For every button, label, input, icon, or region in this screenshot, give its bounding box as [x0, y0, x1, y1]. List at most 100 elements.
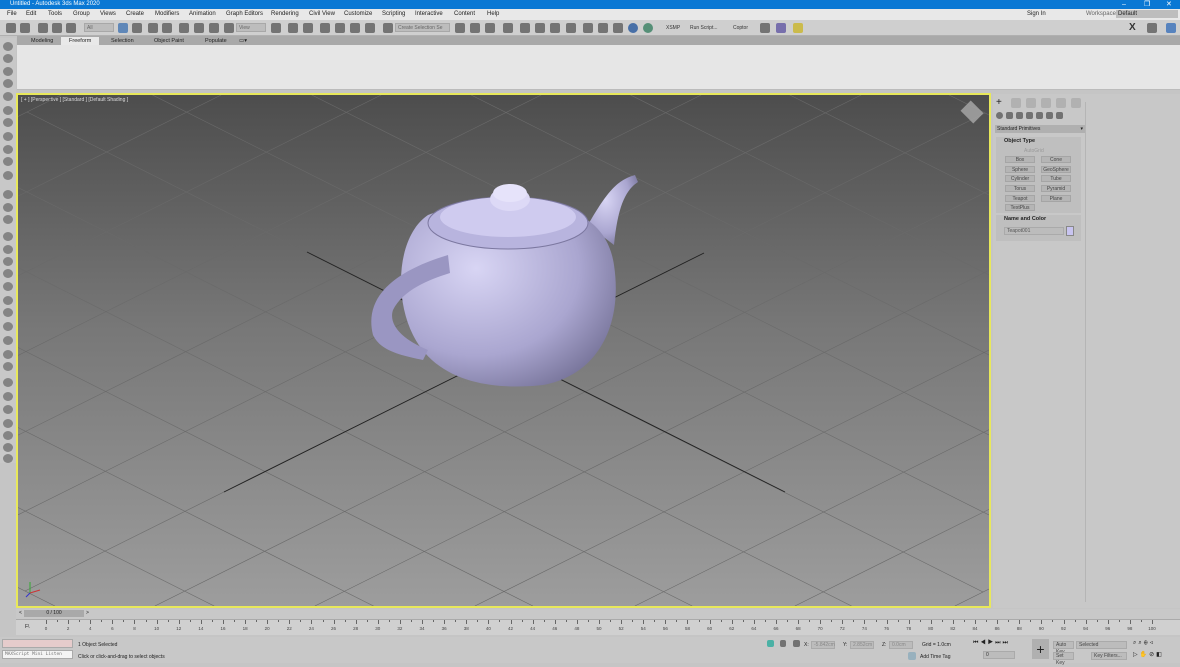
scale-icon[interactable]: [209, 23, 219, 33]
object-color-swatch[interactable]: [1066, 226, 1074, 236]
tab-object-paint[interactable]: Object Paint: [146, 37, 192, 45]
left-tool-icon[interactable]: [3, 454, 13, 463]
left-tool-icon[interactable]: [3, 190, 13, 199]
reference-coordinate-dropdown[interactable]: View: [236, 23, 266, 32]
menu-group[interactable]: Group: [73, 9, 90, 20]
left-tool-icon[interactable]: [3, 257, 13, 266]
plugin-icon[interactable]: [760, 23, 770, 33]
add-time-tag-button[interactable]: Add Time Tag: [920, 654, 950, 660]
close-x-button[interactable]: X: [1129, 22, 1136, 33]
move-icon[interactable]: [179, 23, 189, 33]
align-icon[interactable]: [470, 23, 480, 33]
layers-icon[interactable]: [1147, 23, 1157, 33]
schematic-view-icon[interactable]: [550, 23, 560, 33]
left-tool-icon[interactable]: [3, 443, 13, 452]
left-tool-icon[interactable]: [3, 392, 13, 401]
left-tool-icon[interactable]: [3, 431, 13, 440]
left-tool-icon[interactable]: [3, 245, 13, 254]
playback-controls[interactable]: ⏮◀▶⏭⏭: [973, 640, 1010, 647]
cylinder-button[interactable]: Cylinder: [1005, 175, 1035, 182]
left-tool-icon[interactable]: [3, 419, 13, 428]
selection-lock-icon[interactable]: [780, 640, 786, 647]
menu-edit[interactable]: Edit: [26, 9, 36, 20]
teapot-object[interactable]: [371, 175, 638, 387]
left-tool-icon[interactable]: [3, 118, 13, 127]
set-key-button[interactable]: Set Key: [1053, 652, 1074, 666]
autogrid-checkbox[interactable]: AutoGrid: [1024, 148, 1044, 154]
lights-icon[interactable]: [1016, 112, 1023, 119]
ribbon-options-icon[interactable]: ▭▾: [237, 37, 249, 45]
plane-button[interactable]: Plane: [1041, 195, 1071, 202]
left-tool-icon[interactable]: [3, 67, 13, 76]
edit-named-selection-icon[interactable]: [383, 23, 393, 33]
left-tool-icon[interactable]: [3, 132, 13, 141]
a360-gallery-icon[interactable]: [643, 23, 653, 33]
key-filters-button[interactable]: Key Filters...: [1091, 652, 1127, 660]
menu-content[interactable]: Content: [454, 9, 475, 20]
teapot-button[interactable]: Teapot: [1005, 195, 1035, 202]
left-tool-icon[interactable]: [3, 54, 13, 63]
bind-space-warp-icon[interactable]: [66, 23, 76, 33]
tab-populate[interactable]: Populate: [197, 37, 235, 45]
tab-modeling[interactable]: Modeling: [23, 37, 61, 45]
keyboard-shortcut-icon[interactable]: [303, 23, 313, 33]
menu-help[interactable]: Help: [487, 9, 499, 20]
category-dropdown[interactable]: Standard Primitives ▾: [995, 125, 1085, 133]
helpers-icon[interactable]: [1036, 112, 1043, 119]
motion-tab-icon[interactable]: [1041, 98, 1051, 108]
menu-file[interactable]: File: [7, 9, 17, 20]
left-tool-icon[interactable]: [3, 362, 13, 371]
menu-scripting[interactable]: Scripting: [382, 9, 405, 20]
rendered-frame-window-icon[interactable]: [598, 23, 608, 33]
menu-views[interactable]: Views: [100, 9, 116, 20]
left-tool-icon[interactable]: [3, 106, 13, 115]
menu-graph-editors[interactable]: Graph Editors: [226, 9, 263, 20]
systems-icon[interactable]: [1056, 112, 1063, 119]
rx-icon[interactable]: [1166, 23, 1176, 33]
left-tool-icon[interactable]: [3, 171, 13, 180]
sphere-button[interactable]: Sphere: [1005, 166, 1035, 173]
redo-icon[interactable]: [20, 23, 30, 33]
menu-interactive[interactable]: Interactive: [415, 9, 443, 20]
run-script-button[interactable]: Run Script...: [690, 25, 718, 31]
hierarchy-tab-icon[interactable]: [1026, 98, 1036, 108]
viewport-navigation-controls[interactable]: ⌕⌕⊕⊲: [1133, 640, 1155, 647]
utilities-tab-icon[interactable]: [1071, 98, 1081, 108]
select-by-name-icon[interactable]: [132, 23, 142, 33]
filters-icon[interactable]: F\: [25, 624, 29, 630]
placement-icon[interactable]: [224, 23, 234, 33]
select-object-icon[interactable]: [118, 23, 128, 33]
y-coordinate-field[interactable]: 2.852cm: [850, 641, 874, 649]
track-bar[interactable]: F\ 0 2 4 6 8 10 12 14 16 18 20 22 24 26 28 30 32 34 36 38 40…: [16, 619, 1180, 635]
name-and-color-title[interactable]: Name and Color: [1004, 216, 1046, 222]
maxscript-listener-output[interactable]: [2, 639, 73, 648]
current-frame-field[interactable]: 0: [983, 651, 1015, 659]
maxscript-mini-listener[interactable]: MAXScript Mini Listen: [2, 650, 73, 659]
geosphere-button[interactable]: GeoSphere: [1041, 166, 1071, 173]
space-warps-icon[interactable]: [1046, 112, 1053, 119]
selection-region-icon[interactable]: [148, 23, 158, 33]
left-tool-icon[interactable]: [3, 405, 13, 414]
perspective-viewport[interactable]: [ + ] [Perspective ] [Standard ] [Defaul…: [16, 93, 991, 608]
angle-snap-icon[interactable]: [335, 23, 345, 33]
ribbon-toggle-icon[interactable]: [520, 23, 530, 33]
left-tool-icon[interactable]: [3, 232, 13, 241]
isolate-selection-icon[interactable]: [767, 640, 774, 647]
menu-create[interactable]: Create: [126, 9, 144, 20]
torus-button[interactable]: Torus: [1005, 185, 1035, 192]
menu-tools[interactable]: Tools: [48, 9, 62, 20]
minimize-button[interactable]: –: [1122, 0, 1126, 9]
cameras-icon[interactable]: [1026, 112, 1033, 119]
tube-button[interactable]: Tube: [1041, 175, 1071, 182]
left-tool-icon[interactable]: [3, 269, 13, 278]
time-slider-thumb[interactable]: 0 / 100: [24, 610, 84, 617]
xsmp-button[interactable]: XSMP: [666, 25, 680, 31]
pivot-icon[interactable]: [271, 23, 281, 33]
render-production-icon[interactable]: [613, 23, 623, 33]
rotate-icon[interactable]: [194, 23, 204, 33]
create-tab-icon[interactable]: +: [996, 97, 1002, 108]
tab-freeform[interactable]: Freeform: [61, 37, 100, 45]
spinner-snap-icon[interactable]: [365, 23, 375, 33]
unlink-icon[interactable]: [52, 23, 62, 33]
left-tool-icon[interactable]: [3, 322, 13, 331]
